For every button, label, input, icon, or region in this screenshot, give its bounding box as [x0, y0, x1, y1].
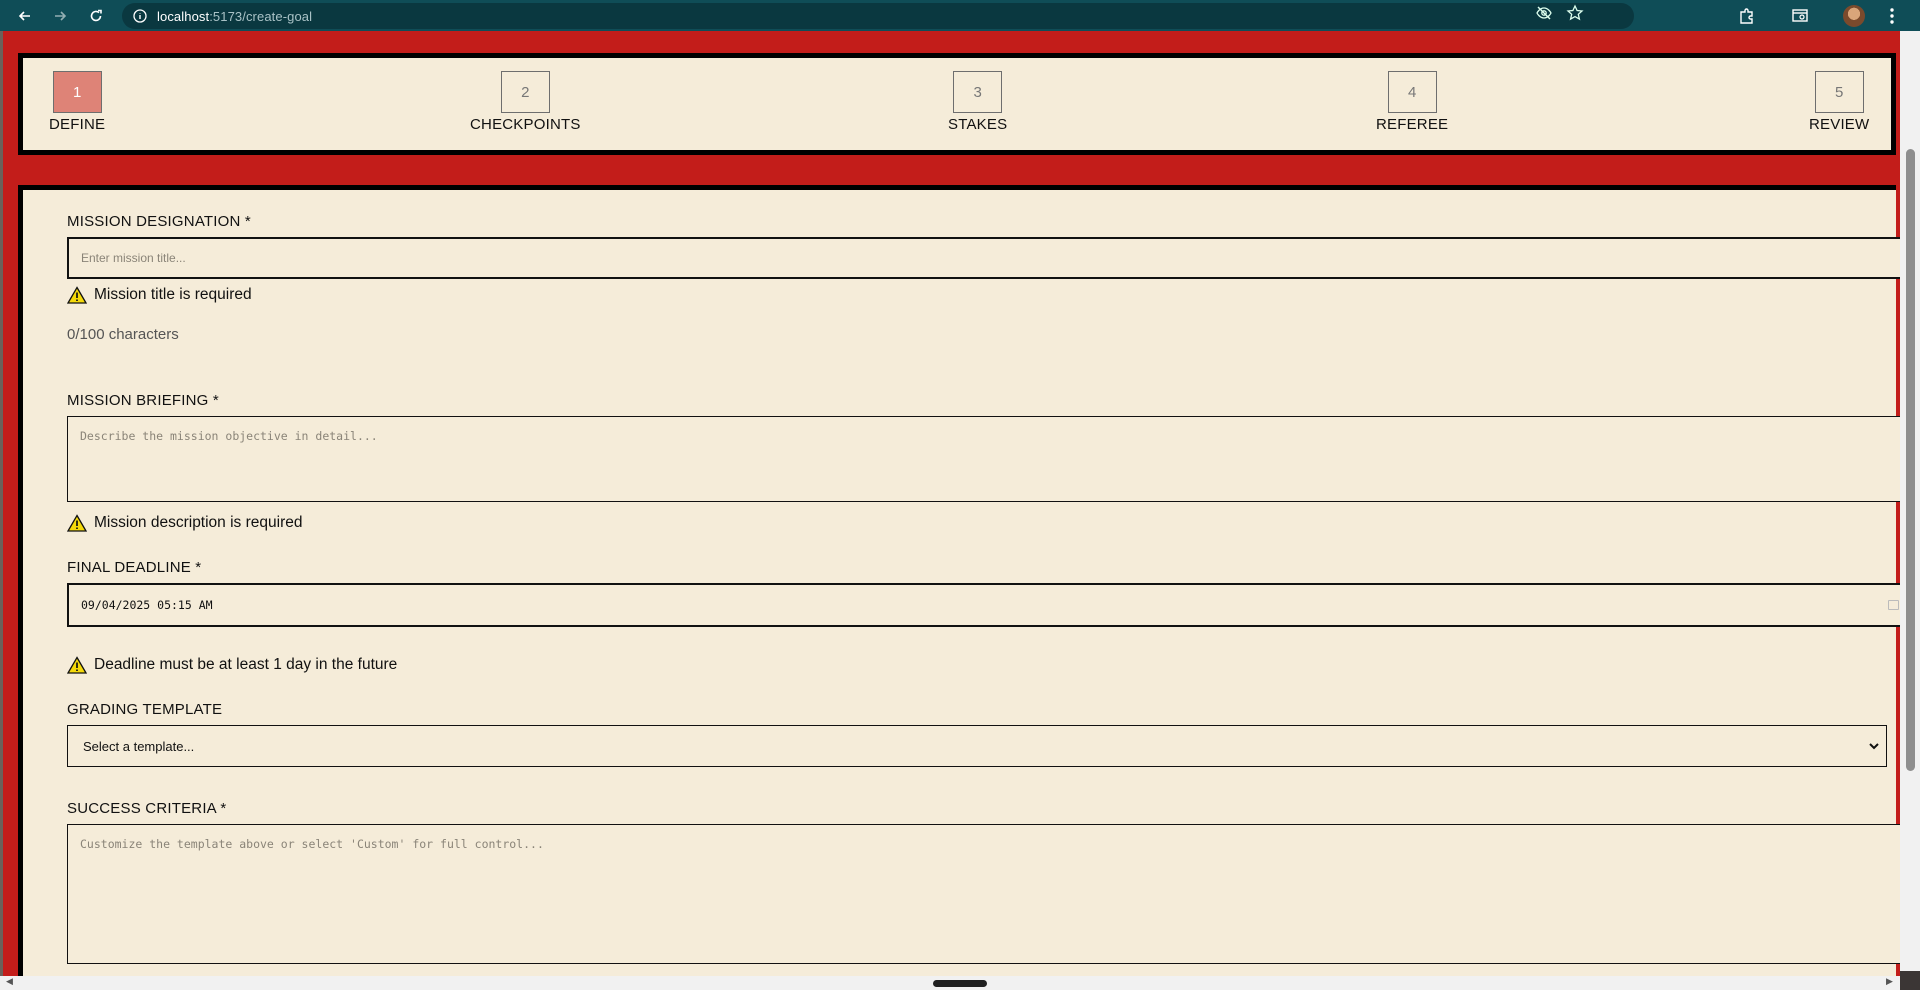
- error-text: Deadline must be at least 1 day in the f…: [94, 656, 398, 673]
- step-checkpoints[interactable]: 2 CHECKPOINTS: [470, 71, 581, 133]
- scroll-right-icon[interactable]: ▶: [1886, 976, 1893, 987]
- star-icon[interactable]: [1566, 4, 1584, 22]
- address-bar[interactable]: localhost:5173/create-goal: [122, 3, 1634, 29]
- step-number: 5: [1814, 71, 1864, 113]
- url-text[interactable]: localhost:5173/create-goal: [157, 9, 312, 24]
- error-text: Mission title is required: [94, 286, 252, 303]
- puzzle-icon[interactable]: [1737, 6, 1757, 26]
- character-count: 0/100 characters: [67, 326, 179, 343]
- horizontal-scrollbar[interactable]: ◀ ▶: [0, 976, 1900, 990]
- url-host: localhost: [157, 8, 210, 24]
- tab-search-icon[interactable]: [1790, 6, 1810, 26]
- step-label: DEFINE: [49, 116, 106, 133]
- eye-off-icon[interactable]: [1535, 4, 1553, 22]
- step-define[interactable]: 1 DEFINE: [49, 71, 105, 133]
- step-label: CHECKPOINTS: [470, 116, 581, 133]
- selected-option: Select a template...: [83, 738, 195, 754]
- step-number: 4: [1387, 71, 1437, 113]
- info-icon[interactable]: [132, 8, 148, 24]
- stepper: 1 DEFINE 2 CHECKPOINTS 3 STAKES 4 REFERE…: [18, 53, 1896, 155]
- page-edge: [0, 31, 3, 990]
- calendar-icon[interactable]: [1888, 600, 1899, 610]
- warning-icon: [67, 286, 87, 304]
- forward-button[interactable]: [47, 3, 73, 29]
- step-label: REVIEW: [1809, 116, 1870, 133]
- warning-icon: [67, 656, 87, 674]
- browser-toolbar: localhost:5173/create-goal: [0, 0, 1920, 31]
- reload-icon: [90, 9, 102, 22]
- description-label: MISSION BRIEFING *: [67, 392, 219, 409]
- vertical-scrollbar-thumb[interactable]: [1906, 149, 1915, 771]
- page-content: 1 DEFINE 2 CHECKPOINTS 3 STAKES 4 REFERE…: [0, 31, 1920, 990]
- step-referee[interactable]: 4 REFEREE: [1376, 71, 1448, 133]
- step-review[interactable]: 5 REVIEW: [1809, 71, 1869, 133]
- scroll-left-icon[interactable]: ◀: [6, 976, 13, 987]
- title-error: Mission title is required: [67, 286, 252, 304]
- mission-title-input[interactable]: [67, 237, 1915, 279]
- step-label: REFEREE: [1376, 116, 1449, 133]
- vertical-scrollbar[interactable]: [1900, 31, 1920, 971]
- deadline-value: 09/04/2025 05:15 AM: [81, 598, 213, 612]
- description-error: Mission description is required: [67, 514, 302, 532]
- more-menu-icon[interactable]: [1882, 6, 1902, 26]
- success-criteria-textarea[interactable]: [67, 824, 1915, 964]
- template-label: GRADING TEMPLATE: [67, 701, 223, 718]
- title-label: MISSION DESIGNATION *: [67, 213, 251, 230]
- step-number: 1: [52, 71, 102, 113]
- goal-form: MISSION DESIGNATION * Mission title is r…: [18, 185, 1915, 990]
- deadline-label: FINAL DEADLINE *: [67, 559, 202, 576]
- arrow-right-icon: [55, 11, 67, 21]
- chevron-down-icon: [1868, 740, 1880, 752]
- back-button[interactable]: [12, 3, 38, 29]
- criteria-label: SUCCESS CRITERIA *: [67, 800, 227, 817]
- reload-button[interactable]: [83, 3, 109, 29]
- step-number: 2: [500, 71, 550, 113]
- mission-description-textarea[interactable]: [67, 416, 1915, 502]
- step-number: 3: [953, 71, 1003, 113]
- url-path: :5173/create-goal: [209, 8, 313, 24]
- avatar[interactable]: [1843, 5, 1865, 27]
- grading-template-select[interactable]: Select a template...: [67, 725, 1887, 767]
- deadline-datetime-input[interactable]: 09/04/2025 05:15 AM: [67, 583, 1915, 627]
- warning-icon: [67, 514, 87, 532]
- horizontal-scrollbar-thumb[interactable]: [933, 980, 987, 987]
- step-label: STAKES: [948, 116, 1008, 133]
- error-text: Mission description is required: [94, 514, 303, 531]
- deadline-error: Deadline must be at least 1 day in the f…: [67, 656, 397, 674]
- arrow-left-icon: [18, 11, 30, 21]
- step-stakes[interactable]: 3 STAKES: [948, 71, 1007, 133]
